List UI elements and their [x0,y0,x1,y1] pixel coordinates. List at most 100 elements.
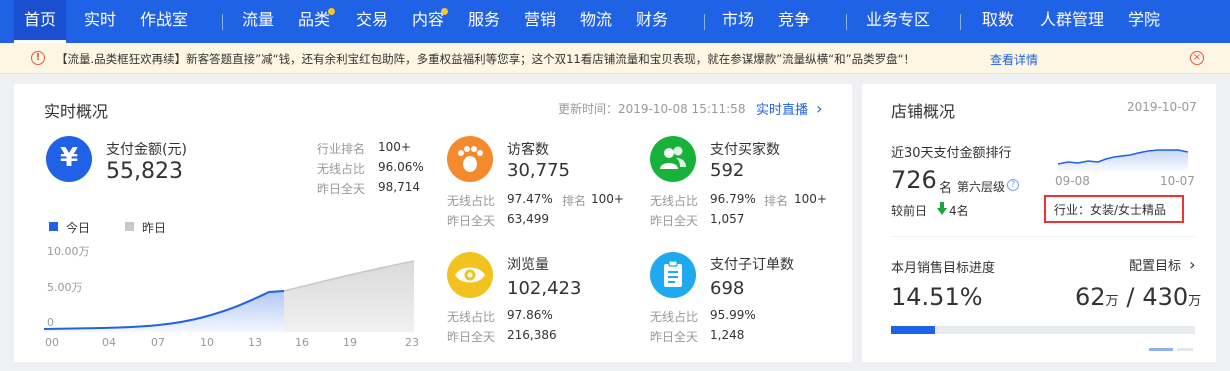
x-tick: 16 [295,336,309,349]
target-progress-fill [891,326,935,334]
top-nav: 首页 实时 作战室 流量 品类 交易 内容 服务 营销 物流 财务 市场 竞争 … [0,0,1230,43]
visitors-wireless-value: 97.47% [507,192,553,206]
yesterday-total-label: 昨日全天 [317,182,366,196]
chevron-right-icon: › [816,99,823,118]
pageviews-value: 102,423 [507,278,582,299]
store-overview-card: 店铺概况 2019-10-07 近30天支付金额排行 726 名 第六层级 ? … [862,84,1216,362]
nav-business-zone[interactable]: 业务专区 [866,0,930,43]
nav-divider [222,14,223,30]
suborders-yesterday-value: 1,248 [710,328,745,342]
spark-start-date: 09-08 [1055,174,1090,188]
rank-title: 近30天支付金额排行 [891,146,1012,161]
update-time: 更新时间：2019-10-08 15:11:58 [558,102,746,116]
wireless-share-label: 无线占比 [317,162,366,176]
nav-war-room[interactable]: 作战室 [140,0,188,43]
pageviews-wireless-label: 无线占比 [447,310,496,324]
pageviews-label: 浏览量 [507,257,549,273]
nav-market[interactable]: 市场 [722,0,754,43]
clipboard-icon [650,252,696,298]
suborders-wireless-value: 95.99% [710,308,756,322]
target-total-value: 430 [1142,283,1189,311]
industry-rank-value: 100+ [378,140,411,154]
nav-category[interactable]: 品类 [298,0,330,43]
nav-academy[interactable]: 学院 [1128,0,1160,43]
compare-label: 较前日 [891,204,928,218]
store-date: 2019-10-07 [1127,100,1197,114]
target-total-unit: 万 [1188,294,1202,309]
section-divider [891,236,1195,237]
nav-service[interactable]: 服务 [468,0,500,43]
visitors-rank-value: 100+ [591,192,624,206]
notice-detail-link[interactable]: 查看详情 [990,51,1038,68]
realtime-overview-card: 实时概况 更新时间：2019-10-08 15:11:58 实时直播 › ¥ 支… [14,84,852,362]
nav-competition[interactable]: 竞争 [778,0,810,43]
payment-trend-chart [44,260,415,332]
live-broadcast-link[interactable]: 实时直播 › [756,99,823,118]
nav-finance[interactable]: 财务 [636,0,668,43]
nav-divider [846,14,847,30]
carousel-dot[interactable] [1177,348,1193,351]
buyers-label: 支付买家数 [710,142,780,158]
nav-content[interactable]: 内容 [412,0,444,43]
yesterday-area [284,261,414,332]
nav-traffic[interactable]: 流量 [242,0,274,43]
nav-marketing[interactable]: 营销 [524,0,556,43]
wireless-share-value: 96.06% [378,160,424,174]
x-tick: 10 [200,336,214,349]
footprint-icon [447,136,493,182]
notice-text: 【流量.品类框狂欢再续】新客答题直接”减“钱，还有余利宝红包助阵，多重权益福利等… [56,52,916,66]
pageviews-yesterday-value: 216,386 [507,328,557,342]
buyers-value: 592 [710,160,745,181]
x-tick: 19 [343,336,357,349]
help-icon[interactable]: ? [1007,179,1019,191]
realtime-title: 实时概况 [44,102,109,121]
x-tick: 13 [248,336,262,349]
pageviews-yesterday-label: 昨日全天 [447,330,496,344]
buyers-rank-label: 排名 [764,194,789,208]
visitors-yesterday-label: 昨日全天 [447,214,496,228]
new-dot-icon [441,8,448,15]
close-icon[interactable]: × [1190,51,1204,65]
visitors-label: 访客数 [507,142,549,158]
visitors-value: 30,775 [507,160,570,181]
nav-crowd-management[interactable]: 人群管理 [1040,0,1104,43]
nav-logistics[interactable]: 物流 [580,0,612,43]
yuan-icon: ¥ [46,136,92,182]
rank-value: 726 [891,166,937,194]
x-tick: 07 [151,336,165,349]
compare-value: 4名 [949,204,969,218]
x-tick: 23 [405,336,419,349]
chevron-right-icon: › [1189,255,1196,274]
industry-label: 行业：女装/女士精品 [1054,203,1167,217]
suborders-wireless-label: 无线占比 [650,310,699,324]
pageviews-wireless-value: 97.86% [507,308,553,322]
buyers-yesterday-value: 1,057 [710,212,745,226]
nav-trade[interactable]: 交易 [356,0,388,43]
configure-target-link[interactable]: 配置目标 › [1129,255,1196,274]
visitors-wireless-label: 无线占比 [447,194,496,208]
users-icon [650,136,696,182]
legend-yesterday-swatch [125,222,134,231]
store-title: 店铺概况 [891,102,956,121]
legend-today-label: 今日 [66,221,91,235]
carousel-dot-active[interactable] [1149,348,1173,351]
spark-end-date: 10-07 [1160,174,1195,188]
buyers-yesterday-label: 昨日全天 [650,214,699,228]
nav-data-fetch[interactable]: 取数 [982,0,1014,43]
eye-icon [447,252,493,298]
industry-rank-label: 行业排名 [317,142,366,156]
x-tick: 00 [45,336,59,349]
rank-level: 第六层级 [957,180,1006,194]
new-dot-icon [328,8,335,15]
notice-bar: ! 【流量.品类框狂欢再续】新客答题直接”减“钱，还有余利宝红包助阵，多重权益福… [0,43,1230,74]
nav-home[interactable]: 首页 [14,0,66,43]
buyers-rank-value: 100+ [794,192,827,206]
rank-sparkline [1058,149,1189,172]
target-done-value: 62 [1075,283,1106,311]
nav-realtime[interactable]: 实时 [84,0,116,43]
nav-divider [960,14,961,30]
target-title: 本月销售目标进度 [891,261,996,276]
configure-target-label: 配置目标 [1129,259,1182,274]
rank-unit: 名 [939,181,953,196]
visitors-yesterday-value: 63,499 [507,212,549,226]
